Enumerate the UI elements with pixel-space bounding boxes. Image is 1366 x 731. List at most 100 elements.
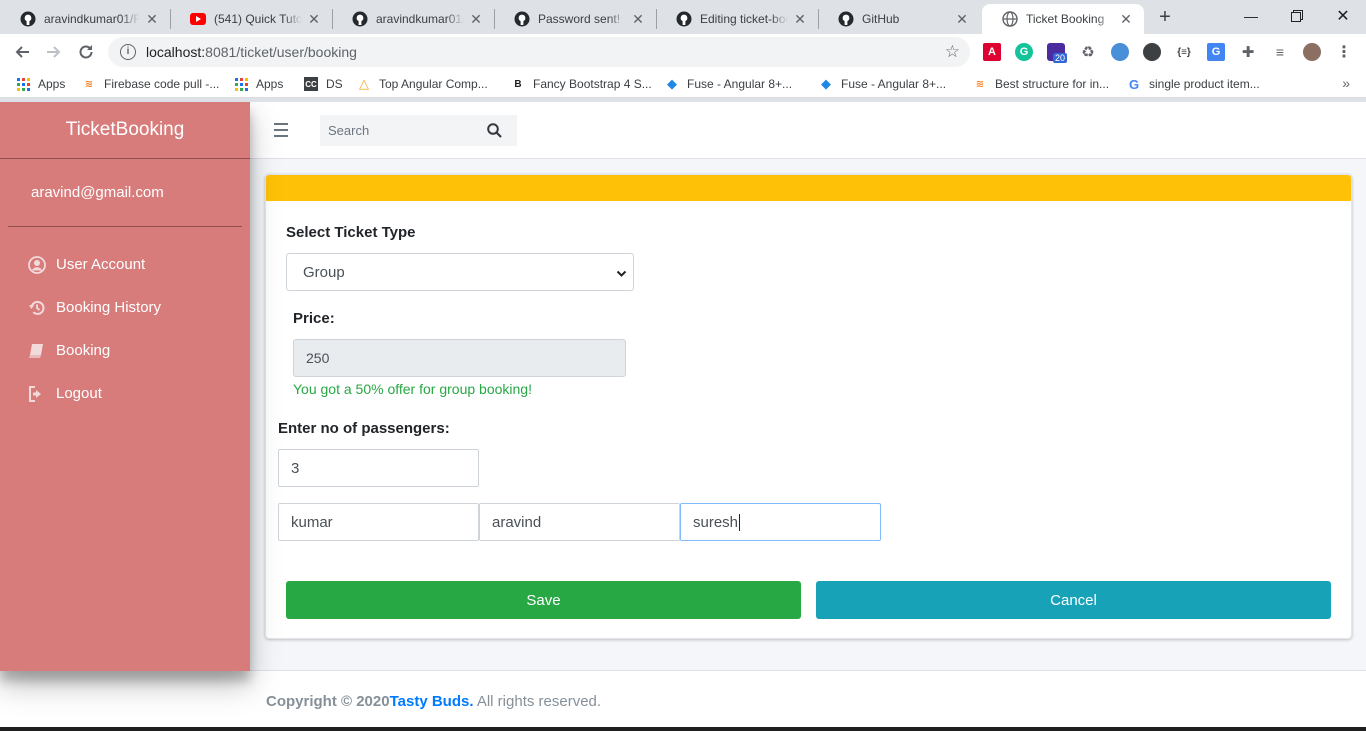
restore-icon[interactable]	[1274, 0, 1320, 32]
bookmark-item[interactable]: CC DS	[304, 76, 343, 92]
bookmark-item[interactable]: ≋ Best structure for in...	[973, 76, 1109, 92]
search-icon[interactable]	[485, 122, 503, 140]
bookmark-item[interactable]: △ Top Angular Comp...	[357, 76, 488, 92]
site-info-icon[interactable]: i	[120, 44, 136, 60]
sidebar-nav: User Account Booking History Booking Log…	[0, 243, 250, 415]
text-cursor	[739, 513, 741, 531]
browser-toolbar: i localhost:8081/ticket/user/booking ☆ A…	[0, 34, 1366, 70]
b-logo-icon: B	[514, 78, 522, 90]
close-window-icon[interactable]: ✕	[1320, 0, 1366, 32]
price-label: Price:	[293, 310, 335, 327]
ticket-type-select[interactable]: Group	[286, 253, 634, 291]
github-icon	[20, 11, 36, 27]
passenger-name-input-1[interactable]: kumar	[278, 503, 479, 541]
bookmark-item[interactable]: Apps	[234, 76, 283, 92]
menu-kebab-icon[interactable]: ⋮	[1335, 43, 1353, 61]
offer-message: You got a 50% offer for group booking!	[293, 381, 532, 397]
url-text: localhost:8081/ticket/user/booking	[146, 44, 357, 60]
close-icon[interactable]: ✕	[792, 11, 808, 28]
address-bar[interactable]: i localhost:8081/ticket/user/booking ☆	[108, 37, 970, 67]
tab-title: Password sent! · Gi	[538, 12, 626, 26]
recycle-icon[interactable]: ♻	[1079, 43, 1097, 61]
footer-brand-link[interactable]: Tasty Buds.	[390, 693, 474, 710]
browser-tab-active[interactable]: Ticket Booking ✕	[982, 4, 1144, 34]
close-icon[interactable]: ✕	[630, 11, 646, 28]
passengers-label: Enter no of passengers:	[278, 420, 450, 437]
browser-tab[interactable]: (541) Quick Tutoria ✕	[170, 4, 332, 34]
extensions-puzzle-icon[interactable]: ✚	[1239, 43, 1257, 61]
google-icon: G	[1128, 76, 1140, 92]
close-icon[interactable]: ✕	[144, 11, 160, 28]
sidebar-item-label: User Account	[56, 256, 146, 273]
brand-logo[interactable]: TicketBooking	[0, 102, 250, 159]
cancel-button[interactable]: Cancel	[816, 581, 1331, 619]
page-footer: Copyright © 2020Tasty Buds. All rights r…	[0, 670, 1366, 731]
forward-icon[interactable]	[42, 40, 66, 64]
octotree-icon[interactable]	[1111, 43, 1129, 61]
bookmark-label: Fuse - Angular 8+...	[841, 77, 947, 91]
passenger-name-input-2[interactable]: aravind	[479, 503, 680, 541]
bookmark-item[interactable]: ◆ Fuse - Angular 8+...	[819, 76, 946, 92]
back-icon[interactable]	[10, 40, 34, 64]
ticket-type-value: Group	[303, 263, 345, 281]
json-viewer-icon[interactable]: {≡}	[1175, 43, 1193, 61]
save-button[interactable]: Save	[286, 581, 801, 619]
close-icon[interactable]: ✕	[306, 11, 322, 28]
bookmark-item[interactable]: ◆ Fuse - Angular 8+...	[665, 76, 792, 92]
new-tab-button[interactable]: +	[1154, 7, 1176, 29]
triangle-warning-icon: △	[359, 76, 369, 91]
bookmark-item[interactable]: ≋ Firebase code pull -...	[82, 76, 220, 92]
browser-tab[interactable]: Editing ticket-book ✕	[656, 4, 818, 34]
os-taskbar-edge	[0, 727, 1366, 731]
sidebar-item-label: Booking	[56, 342, 111, 359]
grammarly-icon[interactable]: G	[1015, 43, 1033, 61]
browser-tab[interactable]: aravindkumar01/F ✕	[0, 4, 170, 34]
passenger-count-input[interactable]: 3	[278, 449, 479, 487]
user-email[interactable]: aravind@gmail.com	[8, 159, 242, 227]
bookmark-star-icon[interactable]: ☆	[945, 42, 960, 62]
bookmark-item[interactable]: Apps	[16, 76, 65, 92]
fuse-diamond-icon: ◆	[667, 76, 677, 91]
browser-tab-strip: aravindkumar01/F ✕ (541) Quick Tutoria ✕…	[0, 0, 1366, 34]
close-icon[interactable]: ✕	[468, 11, 484, 28]
minimize-icon[interactable]: —	[1228, 0, 1274, 32]
card-header	[266, 175, 1351, 201]
sidebar: TicketBooking aravind@gmail.com User Acc…	[0, 102, 250, 671]
google-translate-icon[interactable]: G	[1207, 43, 1225, 61]
reload-icon[interactable]	[74, 40, 98, 64]
book-icon	[28, 342, 46, 360]
passenger-name-input-3[interactable]: suresh	[680, 503, 881, 541]
browser-tab[interactable]: Password sent! · Gi ✕	[494, 4, 656, 34]
sidebar-item-label: Logout	[56, 385, 102, 402]
top-navbar	[250, 102, 1366, 159]
hamburger-menu-icon[interactable]	[274, 123, 288, 137]
browser-tab[interactable]: GitHub ✕	[818, 4, 980, 34]
bookmark-item[interactable]: B Fancy Bootstrap 4 S...	[511, 76, 651, 92]
github-icon	[352, 11, 368, 27]
sidebar-item-booking[interactable]: Booking	[0, 329, 250, 372]
sidebar-item-logout[interactable]: Logout	[0, 372, 250, 415]
sidebar-item-user-account[interactable]: User Account	[0, 243, 250, 286]
copyright-text: Copyright © 2020Tasty Buds. All rights r…	[266, 693, 601, 710]
bookmarks-overflow-icon[interactable]: »	[1342, 75, 1350, 91]
close-icon[interactable]: ✕	[1118, 11, 1134, 28]
search-input[interactable]	[320, 115, 485, 146]
bookmark-label: single product item...	[1149, 77, 1260, 91]
apps-grid-icon	[234, 77, 248, 91]
close-icon[interactable]: ✕	[954, 11, 970, 28]
apps-grid-icon	[16, 77, 30, 91]
media-queue-icon[interactable]: ≡	[1271, 43, 1289, 61]
fuse-diamond-icon: ◆	[821, 76, 831, 91]
bookmark-label: Apps	[256, 77, 284, 91]
browser-tab[interactable]: aravindkumar01/ti ✕	[332, 4, 494, 34]
globe-icon	[1002, 11, 1018, 27]
profile-avatar[interactable]	[1303, 43, 1321, 61]
bookmark-item[interactable]: G single product item...	[1127, 76, 1260, 92]
tab-title: aravindkumar01/ti	[376, 12, 464, 26]
ticket-type-label: Select Ticket Type	[286, 224, 416, 241]
cc-icon: CC	[304, 77, 318, 91]
dark-mode-icon[interactable]	[1143, 43, 1161, 61]
sidebar-item-booking-history[interactable]: Booking History	[0, 286, 250, 329]
angular-extension-icon[interactable]: A	[983, 43, 1001, 61]
tab-title: Ticket Booking	[1026, 12, 1105, 26]
